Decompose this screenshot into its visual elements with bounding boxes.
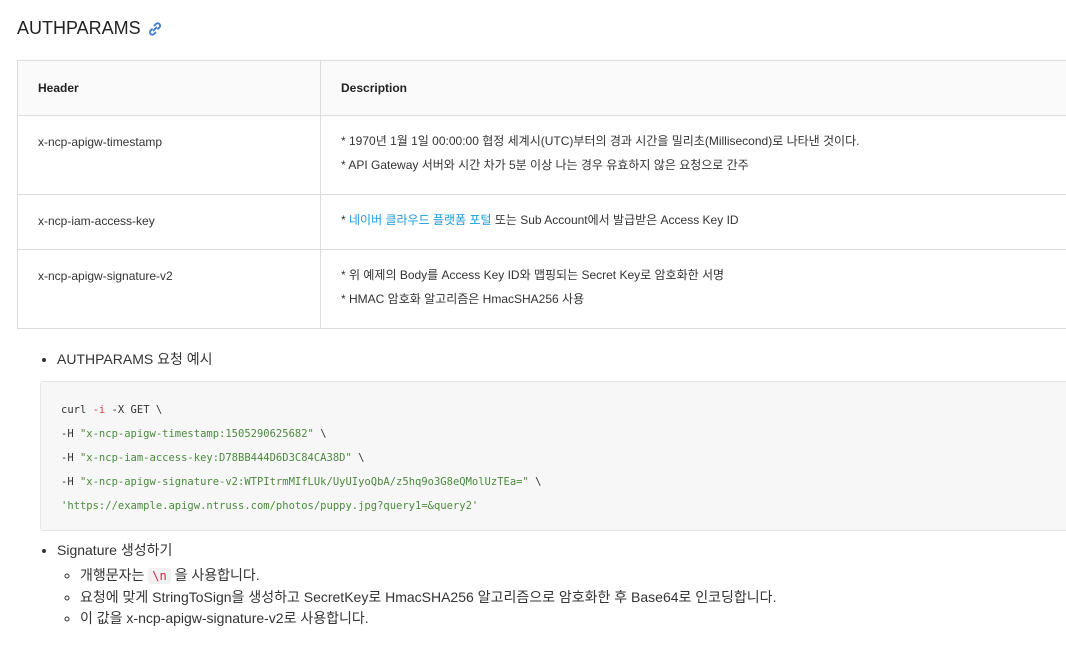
signature-title: Signature 생성하기	[57, 542, 173, 558]
code-line: curl -i -X GET \	[61, 404, 1066, 416]
column-header-description: Description	[320, 60, 1066, 116]
header-cell: x-ncp-apigw-signature-v2	[17, 249, 321, 329]
table-header-row: Header Description	[17, 60, 1066, 116]
main-list: AUTHPARAMS 요청 예시 curl -i -X GET \ -H "x-…	[40, 350, 1066, 629]
column-header-header: Header	[17, 60, 321, 116]
code-string: "x-ncp-apigw-signature-v2:WTPItrmMIfLUk/…	[79, 476, 529, 488]
code-text: -X GET \	[105, 404, 163, 416]
code-flag: -i	[92, 404, 106, 416]
code-string: 'https://example.apigw.ntruss.com/photos…	[61, 500, 479, 512]
list-item-example: AUTHPARAMS 요청 예시 curl -i -X GET \ -H "x-…	[40, 350, 1066, 531]
list-item: 요청에 맞게 StringToSign을 생성하고 SecretKey로 Hma…	[80, 587, 1066, 608]
description-line: * API Gateway 서버와 시간 차가 5분 이상 나는 경우 유효하지…	[341, 158, 749, 172]
code-text: curl	[61, 404, 93, 416]
code-line: -H "x-ncp-iam-access-key:D78BB444D6D3C84…	[61, 452, 1066, 464]
list-item-signature: Signature 생성하기 개행문자는 \n 을 사용합니다. 요청에 맞게 …	[57, 541, 1066, 629]
signature-steps: 개행문자는 \n 을 사용합니다. 요청에 맞게 StringToSign을 생…	[57, 565, 1066, 629]
list-item: 개행문자는 \n 을 사용합니다.	[80, 565, 1066, 587]
list-item: 이 값을 x-ncp-apigw-signature-v2로 사용합니다.	[80, 608, 1066, 629]
table-row: x-ncp-apigw-signature-v2 * 위 예제의 Body를 A…	[17, 249, 1066, 329]
header-cell: x-ncp-apigw-timestamp	[17, 115, 321, 195]
example-title: AUTHPARAMS 요청 예시	[57, 351, 213, 367]
code-text: -H	[61, 452, 80, 464]
description-line: * 1970년 1월 1일 00:00:00 협정 세계시(UTC)부터의 경과…	[341, 134, 860, 148]
step-text: 개행문자는	[80, 567, 149, 583]
description-cell: * 위 예제의 Body를 Access Key ID와 맵핑되는 Secret…	[320, 249, 1066, 329]
authparams-table: Header Description x-ncp-apigw-timestamp…	[17, 60, 1066, 329]
code-line: 'https://example.apigw.ntruss.com/photos…	[61, 500, 1066, 512]
section-title: AUTHPARAMS	[17, 18, 141, 38]
table-row: x-ncp-iam-access-key * 네이버 클라우드 플랫폼 포털 또…	[17, 194, 1066, 250]
code-line: -H "x-ncp-apigw-timestamp:1505290625682"…	[61, 428, 1066, 440]
code-text: \	[528, 476, 542, 488]
description-line: * 네이버 클라우드 플랫폼 포털 또는 Sub Account에서 발급받은 …	[341, 214, 1056, 226]
description-cell: * 네이버 클라우드 플랫폼 포털 또는 Sub Account에서 발급받은 …	[320, 194, 1066, 250]
description-cell: * 1970년 1월 1일 00:00:00 협정 세계시(UTC)부터의 경과…	[320, 115, 1066, 195]
code-text: -H	[61, 428, 80, 440]
portal-link[interactable]: 네이버 클라우드 플랫폼 포털	[349, 213, 491, 227]
description-line: * HMAC 암호화 알고리즘은 HmacSHA256 사용	[341, 292, 585, 306]
step-text: 을 사용합니다.	[170, 567, 260, 583]
code-string: "x-ncp-iam-access-key:D78BB444D6D3C84CA3…	[79, 452, 352, 464]
code-text: \	[351, 452, 365, 464]
code-line: -H "x-ncp-apigw-signature-v2:WTPItrmMIfL…	[61, 476, 1066, 488]
description-prefix: *	[341, 213, 350, 227]
section-heading: AUTHPARAMS	[17, 18, 163, 39]
table-row: x-ncp-apigw-timestamp * 1970년 1월 1일 00:0…	[17, 115, 1066, 195]
code-text: -H	[61, 476, 80, 488]
code-block[interactable]: curl -i -X GET \ -H "x-ncp-apigw-timesta…	[40, 381, 1066, 531]
code-string: "x-ncp-apigw-timestamp:1505290625682"	[79, 428, 314, 440]
code-text: \	[313, 428, 327, 440]
description-suffix: 또는 Sub Account에서 발급받은 Access Key ID	[491, 213, 739, 227]
header-cell: x-ncp-iam-access-key	[17, 194, 321, 250]
inline-code: \n	[148, 568, 171, 584]
link-icon[interactable]	[147, 21, 163, 37]
description-line: * 위 예제의 Body를 Access Key ID와 맵핑되는 Secret…	[341, 268, 725, 282]
